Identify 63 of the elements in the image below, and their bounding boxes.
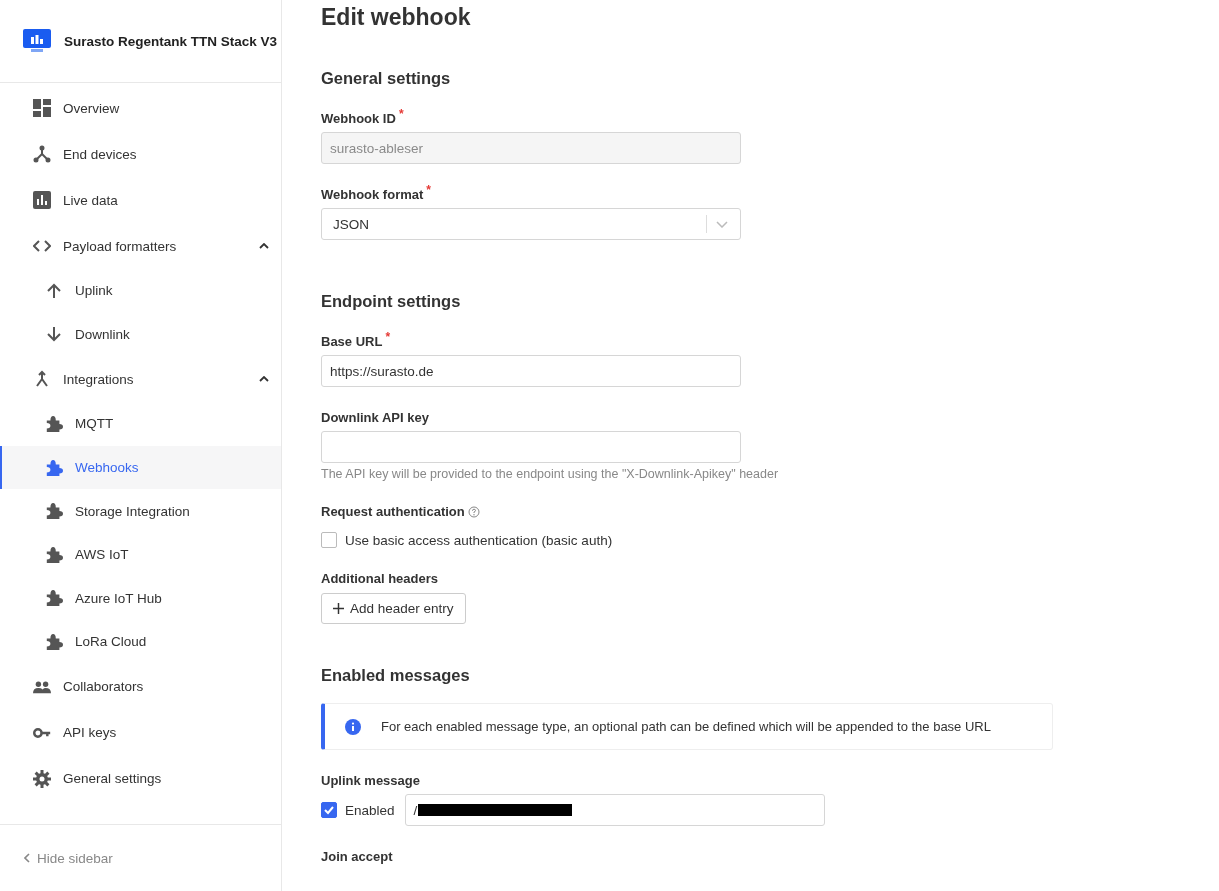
field-label: Base URL <box>321 334 383 349</box>
chevron-left-icon <box>24 853 30 863</box>
puzzle-icon <box>45 632 63 651</box>
sidebar-item[interactable]: Payload formatters <box>0 223 281 269</box>
chart-icon <box>33 191 51 209</box>
field-label: Additional headers <box>321 571 440 586</box>
field-label: Webhook ID <box>321 111 396 126</box>
sidebar-item[interactable]: LoRa Cloud <box>0 620 281 664</box>
monitor-chart-icon <box>22 28 52 54</box>
required-mark: * <box>398 108 404 120</box>
add-header-button[interactable]: Add header entry <box>321 593 466 624</box>
base-url-field[interactable]: https://surasto.de <box>321 355 741 387</box>
sidebar-item[interactable]: Downlink <box>0 312 281 357</box>
sidebar-item[interactable]: Azure IoT Hub <box>0 576 281 621</box>
checkbox-label: Use basic access authentication (basic auth) <box>345 532 613 548</box>
required-mark: * <box>385 331 391 343</box>
sidebar-item[interactable]: Live data <box>0 177 281 223</box>
section-heading: Endpoint settings <box>321 292 462 311</box>
checkbox[interactable] <box>321 802 337 818</box>
sidebar-item[interactable]: End devices <box>0 131 281 177</box>
field-label: Uplink message <box>321 773 421 788</box>
sidebar-item[interactable]: MQTT <box>0 402 281 446</box>
sidebar-item[interactable]: API keys <box>0 709 281 756</box>
merge-icon <box>33 370 51 389</box>
puzzle-icon <box>45 589 63 608</box>
sidebar-item[interactable]: Collaborators <box>0 663 281 710</box>
required-mark: * <box>426 184 431 196</box>
dashboard-icon <box>33 99 51 117</box>
checkbox[interactable] <box>321 532 337 548</box>
hide-sidebar-button[interactable]: Hide sidebar <box>24 850 113 866</box>
puzzle-icon <box>45 458 63 477</box>
info-icon <box>345 718 361 735</box>
section-heading: Enabled messages <box>321 666 471 685</box>
sidebar-item[interactable]: Integrations <box>0 356 281 403</box>
plus-icon <box>333 603 344 614</box>
puzzle-icon <box>45 545 63 564</box>
format-dropdown[interactable]: JSON <box>321 208 741 240</box>
arrow-down-icon <box>45 325 63 344</box>
settings-icon <box>33 769 51 788</box>
sidebar-item[interactable]: Uplink <box>0 269 281 313</box>
field-label: Webhook format <box>321 187 424 202</box>
info-text: For each enabled message type, an optional path can be defined which will be appended to the base URL <box>381 719 991 734</box>
field-label: Downlink API key <box>321 410 430 425</box>
sidebar-item[interactable]: Storage Integration <box>0 489 281 533</box>
sidebar-item[interactable]: AWS IoT <box>0 532 281 577</box>
field-label: Join accept <box>321 849 394 864</box>
puzzle-icon <box>45 502 63 521</box>
puzzle-icon <box>45 415 63 433</box>
chevron-down-icon <box>716 220 728 228</box>
api-key-field[interactable] <box>321 431 741 463</box>
checkbox-label: Enabled <box>345 802 395 818</box>
sidebar-item[interactable]: General settings <box>0 755 281 802</box>
arrow-up-icon <box>45 281 63 300</box>
help-icon <box>467 505 480 518</box>
section-heading: General settings <box>321 69 452 88</box>
app-name: Surasto Regentank TTN Stack V3 <box>64 33 278 49</box>
field-hint: The API key will be provided to the endpoint using the "X-Downlink-Apikey" header <box>321 467 780 481</box>
sidebar-item[interactable]: Webhooks <box>0 445 281 490</box>
path-field[interactable]: / <box>404 794 825 826</box>
sidebar-item[interactable]: Overview <box>0 85 281 131</box>
field-label: Request authentication <box>321 504 465 519</box>
page-title: Edit webhook <box>321 4 472 31</box>
network-icon <box>33 145 51 163</box>
